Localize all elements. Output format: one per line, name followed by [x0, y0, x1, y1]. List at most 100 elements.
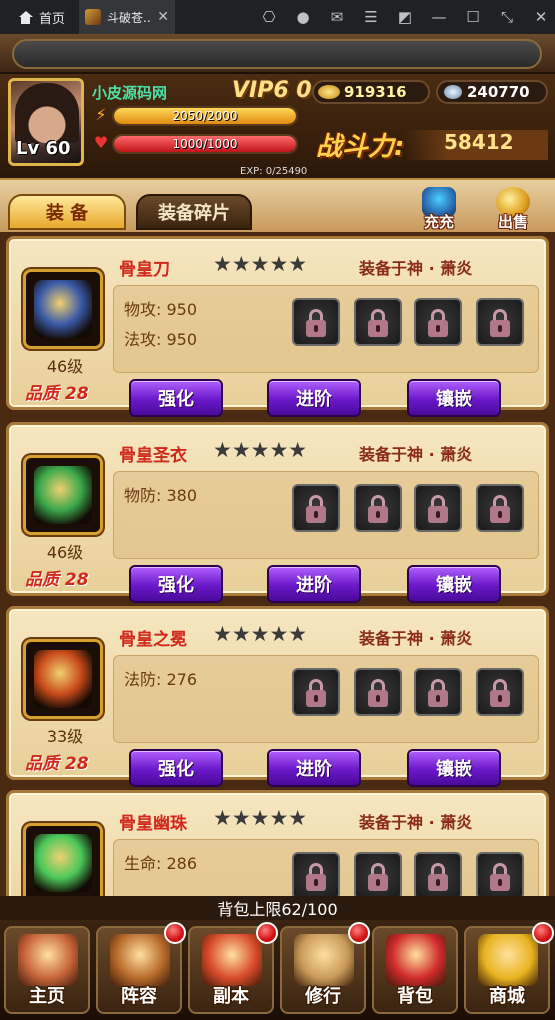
star-rating: ★★★★★ — [213, 438, 308, 462]
locked-gem-slot[interactable] — [414, 484, 462, 532]
advance-button[interactable]: 进阶 — [267, 749, 361, 787]
recharge-label: 充充 — [423, 213, 454, 231]
locked-gem-slot[interactable] — [476, 668, 524, 716]
equipment-card[interactable]: 骨皇刀 ★★★★★ 装备于神 · 萧炎 46级 品质 28 物攻: 950 法攻: 950 强… — [6, 236, 549, 417]
locked-gem-slot[interactable] — [414, 852, 462, 896]
vip-badge[interactable]: VIP6 0 — [232, 78, 312, 103]
close-icon[interactable]: ✕ — [524, 0, 555, 34]
locked-gem-slot[interactable] — [476, 484, 524, 532]
gold-counter[interactable]: 919316 — [312, 80, 430, 104]
equipment-stars: ★★★★★ — [213, 253, 307, 275]
sell-button[interactable]: 出售 — [486, 184, 540, 232]
bag-capacity: 背包上限62/100 — [0, 896, 555, 920]
collapse-icon[interactable]: ⤡ — [490, 0, 524, 34]
stat-line: 物攻: 950 — [124, 300, 198, 319]
locked-gem-slot[interactable] — [292, 852, 340, 896]
equipment-card[interactable]: 骨皇之冕 ★★★★★ 装备于神 · 萧炎 33级 品质 28 法防: 276 强化 进阶 镶嵌 — [6, 606, 549, 787]
home-icon — [18, 10, 33, 24]
game-favicon-icon — [85, 9, 102, 25]
equipment-level: 46级 — [46, 357, 84, 376]
pin-icon[interactable]: ◩ — [388, 0, 422, 34]
stat-line: 法攻: 950 — [124, 330, 198, 349]
diamond-counter[interactable]: 240770 — [436, 80, 548, 104]
nav-lineup[interactable]: 阵容 — [96, 922, 186, 1014]
upgrade-button[interactable]: 强化 — [129, 379, 223, 417]
keyhole — [376, 879, 380, 886]
mail-icon[interactable]: ✉ — [320, 0, 354, 34]
gamepad-icon[interactable]: ⎔ — [252, 0, 286, 34]
hp-heart-icon: ♥ — [93, 133, 109, 152]
stats-panel: 法防: 276 — [113, 655, 539, 743]
equipment-card[interactable]: 骨皇幽珠 ★★★★★ 装备于神 · 萧炎 生命: 286 — [6, 790, 549, 896]
nav-dungeon-icon — [202, 934, 262, 986]
nav-label: 商城 — [489, 986, 525, 1007]
keyhole — [436, 325, 440, 332]
nav-shop-icon — [478, 934, 538, 986]
game-tab[interactable]: 斗破苍... ✕ — [79, 0, 176, 34]
advance-button[interactable]: 进阶 — [267, 379, 361, 417]
advance-button[interactable]: 进阶 — [267, 565, 361, 603]
nav-home[interactable]: 主页 — [4, 926, 90, 1014]
equipment-art-icon — [34, 280, 92, 338]
inlay-button[interactable]: 镶嵌 — [407, 749, 501, 787]
keyhole — [314, 879, 318, 886]
stats-panel: 物攻: 950 法攻: 950 — [113, 285, 539, 373]
locked-gem-slot[interactable] — [354, 668, 402, 716]
locked-gem-slot[interactable] — [354, 484, 402, 532]
star-rating: ★★★★★ — [213, 252, 308, 276]
equipment-name: 骨皇刀 — [119, 260, 170, 280]
inlay-button[interactable]: 镶嵌 — [407, 565, 501, 603]
locked-gem-slot[interactable] — [476, 852, 524, 896]
nav-bag[interactable]: 背包 — [372, 926, 458, 1014]
tab-close-icon[interactable]: ✕ — [157, 9, 169, 25]
maximize-icon[interactable]: ☐ — [456, 0, 490, 34]
stats-panel: 物防: 380 — [113, 471, 539, 559]
game-tab-title: 斗破苍... — [107, 10, 152, 25]
nav-training[interactable]: 修行 — [280, 922, 370, 1014]
locked-gem-slot[interactable] — [414, 668, 462, 716]
keyhole — [376, 695, 380, 702]
equipment-icon-frame[interactable] — [23, 455, 103, 535]
equipped-by: 装备于神 · 萧炎 — [359, 445, 473, 464]
inlay-button[interactable]: 镶嵌 — [407, 379, 501, 417]
locked-gem-slot[interactable] — [354, 852, 402, 896]
equipment-level: 33级 — [46, 727, 84, 746]
stamina-bar: 2050/2000 — [112, 106, 298, 126]
keyhole — [376, 511, 380, 518]
player-header: Lv 60 小皮源码网 VIP6 0 919316 240770 ⚡ 2050/… — [0, 74, 555, 180]
equipment-icon-frame[interactable] — [23, 639, 103, 719]
menu-icon[interactable]: ☰ — [354, 0, 388, 34]
star-rating: ★★★★★ — [213, 806, 308, 830]
user-icon[interactable]: ● — [286, 0, 320, 34]
locked-gem-slot[interactable] — [292, 298, 340, 346]
minimize-icon[interactable]: — — [422, 0, 456, 34]
home-tab[interactable]: 首页 — [0, 0, 79, 34]
equipment-stars: ★★★★★ — [213, 623, 307, 645]
locked-gem-slot[interactable] — [292, 484, 340, 532]
locked-gem-slot[interactable] — [476, 298, 524, 346]
keyhole — [498, 879, 502, 886]
upgrade-button[interactable]: 强化 — [129, 749, 223, 787]
equipment-list[interactable]: 骨皇刀 ★★★★★ 装备于神 · 萧炎 46级 品质 28 物攻: 950 法攻: 950 强… — [0, 232, 555, 896]
hp-text: 1000/1000 — [172, 137, 238, 151]
upgrade-button[interactable]: 强化 — [129, 565, 223, 603]
tab-fragments[interactable]: 装备碎片 — [136, 194, 252, 230]
equipped-by: 装备于神 · 萧炎 — [359, 629, 473, 648]
exp-text: EXP: 0/25490 — [240, 166, 308, 177]
player-name: 小皮源码网 — [92, 84, 168, 102]
equipment-icon-frame[interactable] — [23, 823, 103, 896]
equipment-icon-frame[interactable] — [23, 269, 103, 349]
notification-badge — [256, 922, 278, 944]
nav-dungeon[interactable]: 副本 — [188, 922, 278, 1014]
locked-gem-slot[interactable] — [292, 668, 340, 716]
recharge-button[interactable]: 充充 — [412, 184, 466, 232]
locked-gem-slot[interactable] — [414, 298, 462, 346]
nav-shop[interactable]: 商城 — [464, 922, 554, 1014]
equipment-art-icon — [34, 466, 92, 524]
player-level: Lv 60 — [16, 138, 71, 159]
tab-equipment[interactable]: 装 备 — [8, 194, 126, 230]
locked-gem-slot[interactable] — [354, 298, 402, 346]
equipment-card[interactable]: 骨皇圣衣 ★★★★★ 装备于神 · 萧炎 46级 品质 28 物防: 380 强化 进阶 镶嵌 — [6, 422, 549, 603]
game-viewport: Lv 60 小皮源码网 VIP6 0 919316 240770 ⚡ 2050/… — [0, 34, 555, 1020]
keyhole — [314, 511, 318, 518]
